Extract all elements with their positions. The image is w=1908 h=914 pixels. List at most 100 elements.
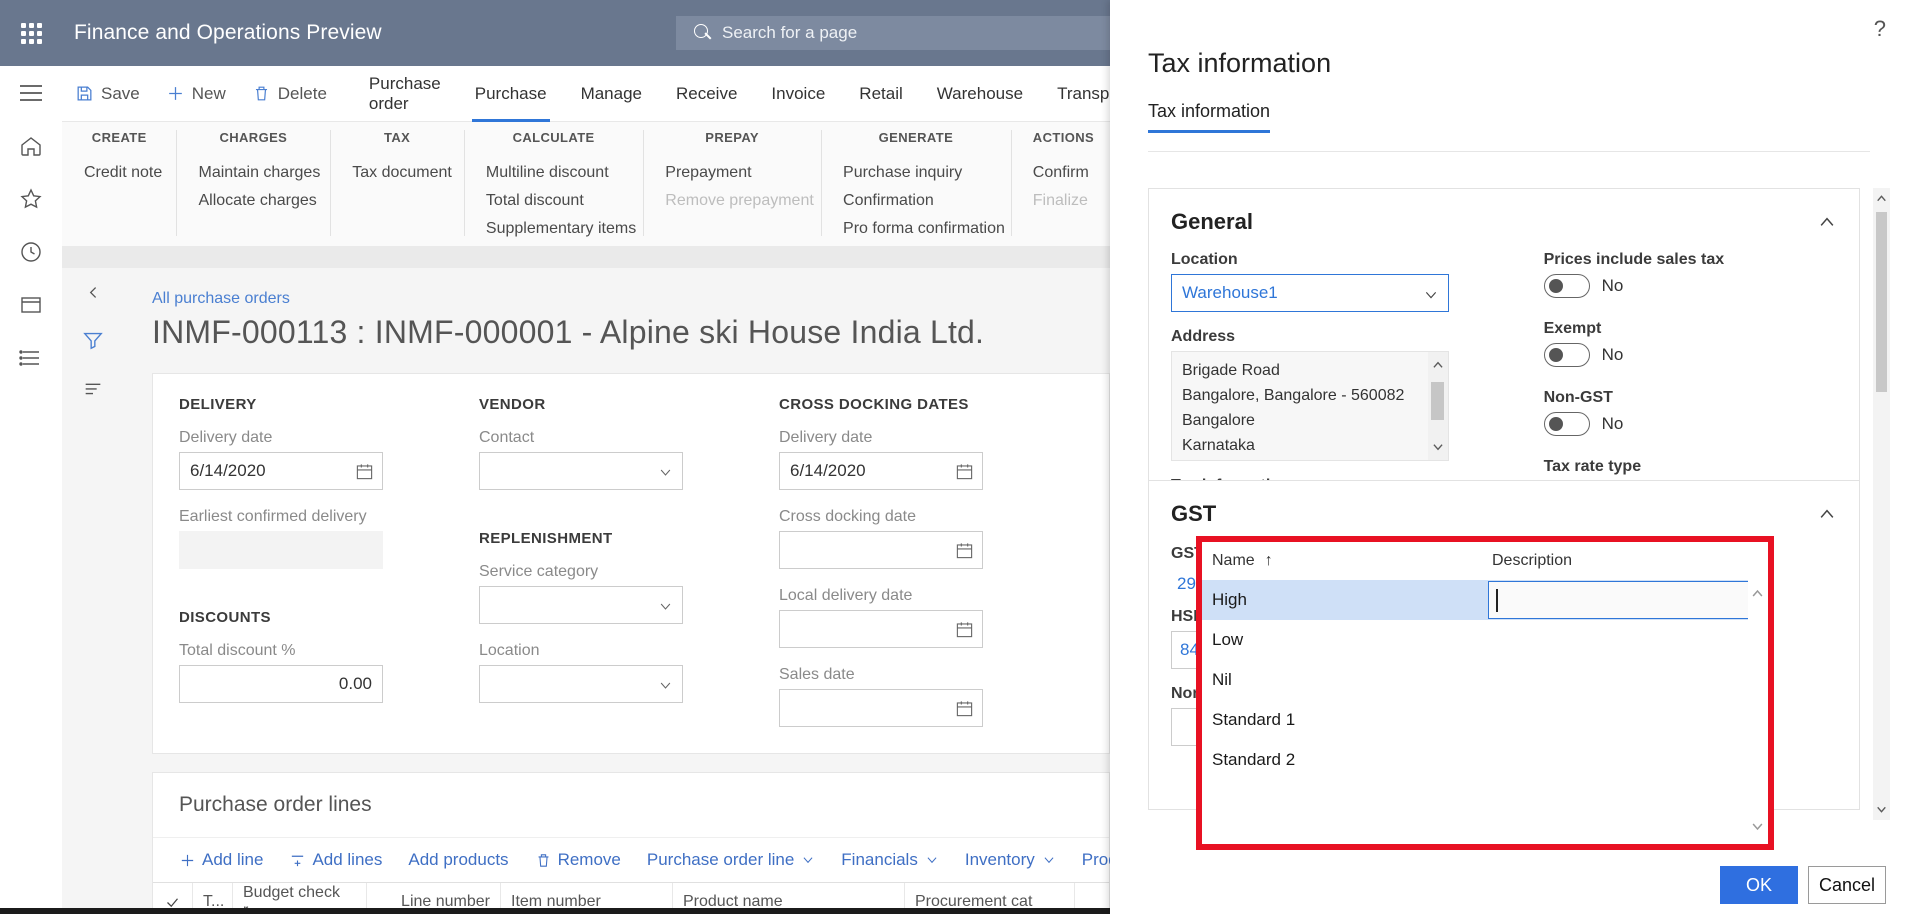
action-tax-document[interactable]: Tax document — [352, 159, 452, 187]
chevron-up-icon[interactable] — [1817, 504, 1837, 524]
calendar-icon[interactable] — [955, 541, 974, 560]
toggle-switch-icon[interactable] — [1543, 274, 1590, 298]
nav-favorites-button[interactable] — [0, 172, 62, 225]
local-delivery-date-input[interactable] — [779, 610, 983, 648]
action-allocate-charges[interactable]: Allocate charges — [198, 187, 316, 215]
address-scrollbar[interactable] — [1428, 352, 1448, 460]
tab-purchase-order[interactable]: Purchase order — [352, 66, 458, 122]
tab-retail[interactable]: Retail — [842, 66, 919, 122]
action-pro-forma-confirmation[interactable]: Pro forma confirmation — [843, 215, 1005, 243]
tab-manage[interactable]: Manage — [564, 66, 659, 122]
action-maintain-charges[interactable]: Maintain charges — [198, 159, 320, 187]
help-icon[interactable]: ? — [1874, 16, 1886, 42]
action-prepayment[interactable]: Prepayment — [665, 159, 799, 187]
save-label: Save — [101, 83, 140, 103]
action-credit-note[interactable]: Credit note — [84, 159, 162, 187]
list-item[interactable]: Standard 1 — [1202, 700, 1768, 740]
action-purchase-inquiry[interactable]: Purchase inquiry — [843, 159, 989, 187]
add-line-button[interactable]: Add line — [179, 850, 263, 870]
cd-delivery-date-input[interactable]: 6/14/2020 — [779, 452, 983, 490]
general-section-header[interactable]: General — [1149, 189, 1859, 241]
app-launcher-button[interactable] — [0, 0, 62, 66]
list-item[interactable]: Nil — [1202, 660, 1768, 700]
scroll-down-icon[interactable] — [1431, 440, 1445, 454]
calendar-icon[interactable] — [355, 462, 374, 481]
delivery-date-input[interactable]: 6/14/2020 — [179, 452, 383, 490]
action-confirmation[interactable]: Confirmation — [843, 187, 989, 215]
financials-menu[interactable]: Financials — [841, 850, 939, 870]
list-item[interactable]: Low — [1202, 620, 1768, 660]
chevron-down-icon[interactable] — [658, 599, 673, 614]
toggle-switch-icon[interactable] — [1543, 343, 1590, 367]
chevron-down-icon[interactable] — [1423, 287, 1439, 303]
gst-section-header[interactable]: GST — [1149, 481, 1859, 533]
action-supplementary-items[interactable]: Supplementary items — [486, 215, 636, 243]
delete-button[interactable]: Delete — [239, 66, 340, 122]
vendor-location-select[interactable] — [479, 665, 683, 703]
nav-menu-button[interactable] — [0, 66, 62, 119]
panel-title: Tax information — [1148, 48, 1332, 78]
sales-date-input[interactable] — [779, 689, 983, 727]
ok-button[interactable]: OK — [1720, 866, 1798, 904]
service-category-select[interactable] — [479, 586, 683, 624]
remove-line-button[interactable]: Remove — [535, 850, 621, 870]
nav-recent-button[interactable] — [0, 225, 62, 278]
calendar-icon[interactable] — [955, 620, 974, 639]
toggle-switch-icon[interactable] — [1543, 412, 1590, 436]
panel-scrollbar[interactable] — [1873, 188, 1890, 820]
collapse-pane-button[interactable] — [62, 268, 124, 316]
calendar-icon[interactable] — [955, 462, 974, 481]
add-rows-icon — [289, 852, 306, 869]
inventory-menu[interactable]: Inventory — [965, 850, 1056, 870]
calendar-icon[interactable] — [955, 699, 974, 718]
tab-warehouse[interactable]: Warehouse — [920, 66, 1040, 122]
add-products-button[interactable]: Add products — [408, 850, 508, 870]
list-item[interactable]: Standard 2 — [1202, 740, 1768, 780]
lookup-column-description[interactable]: Description — [1492, 552, 1572, 570]
breadcrumb[interactable]: All purchase orders — [124, 268, 1110, 308]
action-total-discount[interactable]: Total discount — [486, 187, 621, 215]
scroll-up-icon[interactable] — [1431, 358, 1445, 372]
save-button[interactable]: Save — [62, 66, 153, 122]
group-heading: CHARGES — [219, 130, 288, 145]
scroll-up-icon[interactable] — [1875, 192, 1888, 205]
description-editor-input[interactable] — [1488, 581, 1768, 619]
lookup-column-name[interactable]: Name ↑ — [1212, 552, 1492, 570]
action-confirm[interactable]: Confirm — [1033, 159, 1089, 187]
list-view-button[interactable] — [62, 364, 124, 412]
tab-receive[interactable]: Receive — [659, 66, 754, 122]
new-button[interactable]: New — [153, 66, 239, 122]
nav-modules-button[interactable] — [0, 331, 62, 384]
non-gst-toggle[interactable]: No — [1543, 412, 1837, 436]
product-menu[interactable]: Produc — [1082, 850, 1110, 870]
lookup-scrollbar[interactable] — [1748, 578, 1768, 844]
action-multiline-discount[interactable]: Multiline discount — [486, 159, 621, 187]
prices-include-toggle[interactable]: No — [1543, 274, 1837, 298]
lookup-column-name-label: Name — [1212, 552, 1255, 569]
tab-tax-information[interactable]: Tax information — [1148, 101, 1271, 133]
scroll-up-icon[interactable] — [1750, 586, 1765, 601]
scroll-thumb[interactable] — [1431, 382, 1444, 420]
total-discount-input[interactable]: 0.00 — [179, 665, 383, 703]
tab-invoice[interactable]: Invoice — [754, 66, 842, 122]
tax-rate-type-lookup-dropdown[interactable]: Name ↑ Description High Low Nil Standard… — [1196, 536, 1774, 850]
cross-docking-date-input[interactable] — [779, 531, 983, 569]
cancel-button[interactable]: Cancel — [1808, 866, 1886, 904]
nav-home-button[interactable] — [0, 119, 62, 172]
filter-button[interactable] — [62, 316, 124, 364]
chevron-down-icon — [801, 853, 815, 867]
scroll-thumb[interactable] — [1876, 212, 1887, 392]
nav-workspaces-button[interactable] — [0, 278, 62, 331]
contact-select[interactable] — [479, 452, 683, 490]
add-lines-button[interactable]: Add lines — [289, 850, 382, 870]
exempt-toggle[interactable]: No — [1543, 343, 1837, 367]
scroll-down-icon[interactable] — [1750, 819, 1765, 834]
chevron-down-icon[interactable] — [658, 465, 673, 480]
chevron-up-icon[interactable] — [1817, 212, 1837, 232]
search-input[interactable]: Search for a page — [676, 16, 1110, 50]
chevron-down-icon[interactable] — [658, 678, 673, 693]
location-select[interactable]: Warehouse1 — [1171, 274, 1449, 312]
scroll-down-icon[interactable] — [1875, 803, 1888, 816]
purchase-order-line-menu[interactable]: Purchase order line — [647, 850, 815, 870]
tab-purchase[interactable]: Purchase — [458, 66, 564, 122]
